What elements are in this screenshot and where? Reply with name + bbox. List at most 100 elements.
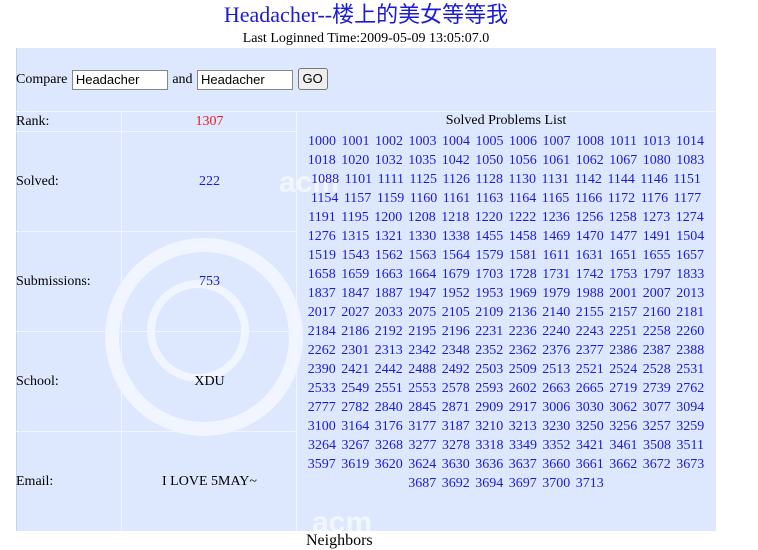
problem-link[interactable]: 1191 (308, 210, 335, 225)
problem-link[interactable]: 1519 (308, 248, 336, 263)
problem-link[interactable]: 1236 (542, 210, 570, 225)
problem-link[interactable]: 2017 (308, 305, 336, 320)
problem-link[interactable]: 1258 (609, 210, 637, 225)
problem-link[interactable]: 1562 (375, 248, 403, 263)
problem-link[interactable]: 2236 (509, 324, 537, 339)
problem-link[interactable]: 3267 (342, 438, 370, 453)
problem-link[interactable]: 2027 (341, 305, 369, 320)
problem-link[interactable]: 2105 (442, 305, 470, 320)
problem-link[interactable]: 2342 (408, 343, 436, 358)
problem-link[interactable]: 1273 (642, 210, 670, 225)
problem-link[interactable]: 3264 (308, 438, 336, 453)
problem-link[interactable]: 3511 (677, 438, 704, 453)
problem-link[interactable]: 1703 (475, 267, 503, 282)
problem-link[interactable]: 3713 (576, 476, 604, 491)
problem-link[interactable]: 2663 (542, 381, 570, 396)
problem-link[interactable]: 3030 (576, 400, 604, 415)
problem-link[interactable]: 1080 (643, 153, 671, 168)
problem-link[interactable]: 2140 (542, 305, 570, 320)
problem-link[interactable]: 1126 (443, 172, 470, 187)
problem-link[interactable]: 2109 (475, 305, 503, 320)
problem-link[interactable]: 3692 (442, 476, 470, 491)
problem-link[interactable]: 2390 (308, 362, 336, 377)
problem-link[interactable]: 2488 (408, 362, 436, 377)
problem-link[interactable]: 2196 (442, 324, 470, 339)
problem-link[interactable]: 3256 (609, 419, 637, 434)
problem-link[interactable]: 2593 (475, 381, 503, 396)
problem-link[interactable]: 2260 (676, 324, 704, 339)
problem-link[interactable]: 3662 (609, 457, 637, 472)
problem-link[interactable]: 1008 (576, 134, 604, 149)
problem-link[interactable]: 2509 (509, 362, 537, 377)
problem-link[interactable]: 1088 (311, 172, 339, 187)
problem-link[interactable]: 2388 (676, 343, 704, 358)
problem-link[interactable]: 1128 (476, 172, 503, 187)
problem-link[interactable]: 1657 (676, 248, 704, 263)
problem-link[interactable]: 1146 (640, 172, 667, 187)
problem-link[interactable]: 1005 (476, 134, 504, 149)
problem-link[interactable]: 3687 (408, 476, 436, 491)
problem-link[interactable]: 1131 (541, 172, 568, 187)
problem-link[interactable]: 2181 (676, 305, 704, 320)
problem-link[interactable]: 1002 (375, 134, 403, 149)
problem-link[interactable]: 2528 (643, 362, 671, 377)
problem-link[interactable]: 1658 (308, 267, 336, 282)
problem-link[interactable]: 3100 (308, 419, 336, 434)
problem-link[interactable]: 1067 (609, 153, 637, 168)
problem-link[interactable]: 1000 (308, 134, 336, 149)
problem-link[interactable]: 2909 (475, 400, 503, 415)
problem-link[interactable]: 2377 (576, 343, 604, 358)
problem-link[interactable]: 3349 (509, 438, 537, 453)
problem-link[interactable]: 2719 (609, 381, 637, 396)
problem-link[interactable]: 1050 (475, 153, 503, 168)
problem-link[interactable]: 3250 (576, 419, 604, 434)
problem-link[interactable]: 3661 (576, 457, 604, 472)
problem-link[interactable]: 1018 (308, 153, 336, 168)
problem-link[interactable]: 3164 (341, 419, 369, 434)
compare-user1-input[interactable] (71, 69, 168, 90)
problem-link[interactable]: 1742 (576, 267, 604, 282)
problem-link[interactable]: 3177 (408, 419, 436, 434)
problem-link[interactable]: 3318 (476, 438, 504, 453)
problem-link[interactable]: 2386 (609, 343, 637, 358)
problem-link[interactable]: 2777 (308, 400, 336, 415)
problem-link[interactable]: 3700 (542, 476, 570, 491)
compare-user2-input[interactable] (197, 69, 294, 90)
problem-link[interactable]: 1166 (575, 191, 602, 206)
problem-link[interactable]: 1163 (476, 191, 503, 206)
problem-link[interactable]: 3213 (509, 419, 537, 434)
problem-link[interactable]: 2782 (341, 400, 369, 415)
problem-link[interactable]: 1988 (576, 286, 604, 301)
problem-link[interactable]: 1731 (542, 267, 570, 282)
submissions-value[interactable]: 753 (122, 274, 297, 290)
problem-link[interactable]: 2362 (509, 343, 537, 358)
problem-link[interactable]: 1020 (341, 153, 369, 168)
problem-link[interactable]: 1172 (608, 191, 635, 206)
problem-link[interactable]: 1491 (643, 229, 671, 244)
problem-link[interactable]: 1564 (442, 248, 470, 263)
problem-link[interactable]: 2551 (375, 381, 403, 396)
problem-link[interactable]: 3268 (375, 438, 403, 453)
problem-link[interactable]: 3352 (543, 438, 571, 453)
problem-link[interactable]: 2665 (576, 381, 604, 396)
problem-link[interactable]: 1142 (574, 172, 601, 187)
problem-link[interactable]: 1651 (609, 248, 637, 263)
problem-link[interactable]: 1062 (576, 153, 604, 168)
problem-link[interactable]: 2376 (542, 343, 570, 358)
problem-link[interactable]: 1753 (609, 267, 637, 282)
problem-link[interactable]: 2549 (341, 381, 369, 396)
problem-link[interactable]: 1338 (442, 229, 470, 244)
problem-link[interactable]: 3278 (442, 438, 470, 453)
problem-link[interactable]: 1979 (542, 286, 570, 301)
problem-link[interactable]: 1144 (607, 172, 634, 187)
problem-link[interactable]: 1125 (410, 172, 437, 187)
problem-link[interactable]: 1458 (509, 229, 537, 244)
problem-link[interactable]: 1611 (543, 248, 570, 263)
problem-link[interactable]: 2442 (375, 362, 403, 377)
problem-link[interactable]: 2251 (609, 324, 637, 339)
problem-link[interactable]: 2184 (308, 324, 336, 339)
problem-link[interactable]: 2524 (609, 362, 637, 377)
problem-link[interactable]: 1218 (441, 210, 469, 225)
problem-link[interactable]: 1220 (475, 210, 503, 225)
problem-link[interactable]: 2917 (509, 400, 537, 415)
